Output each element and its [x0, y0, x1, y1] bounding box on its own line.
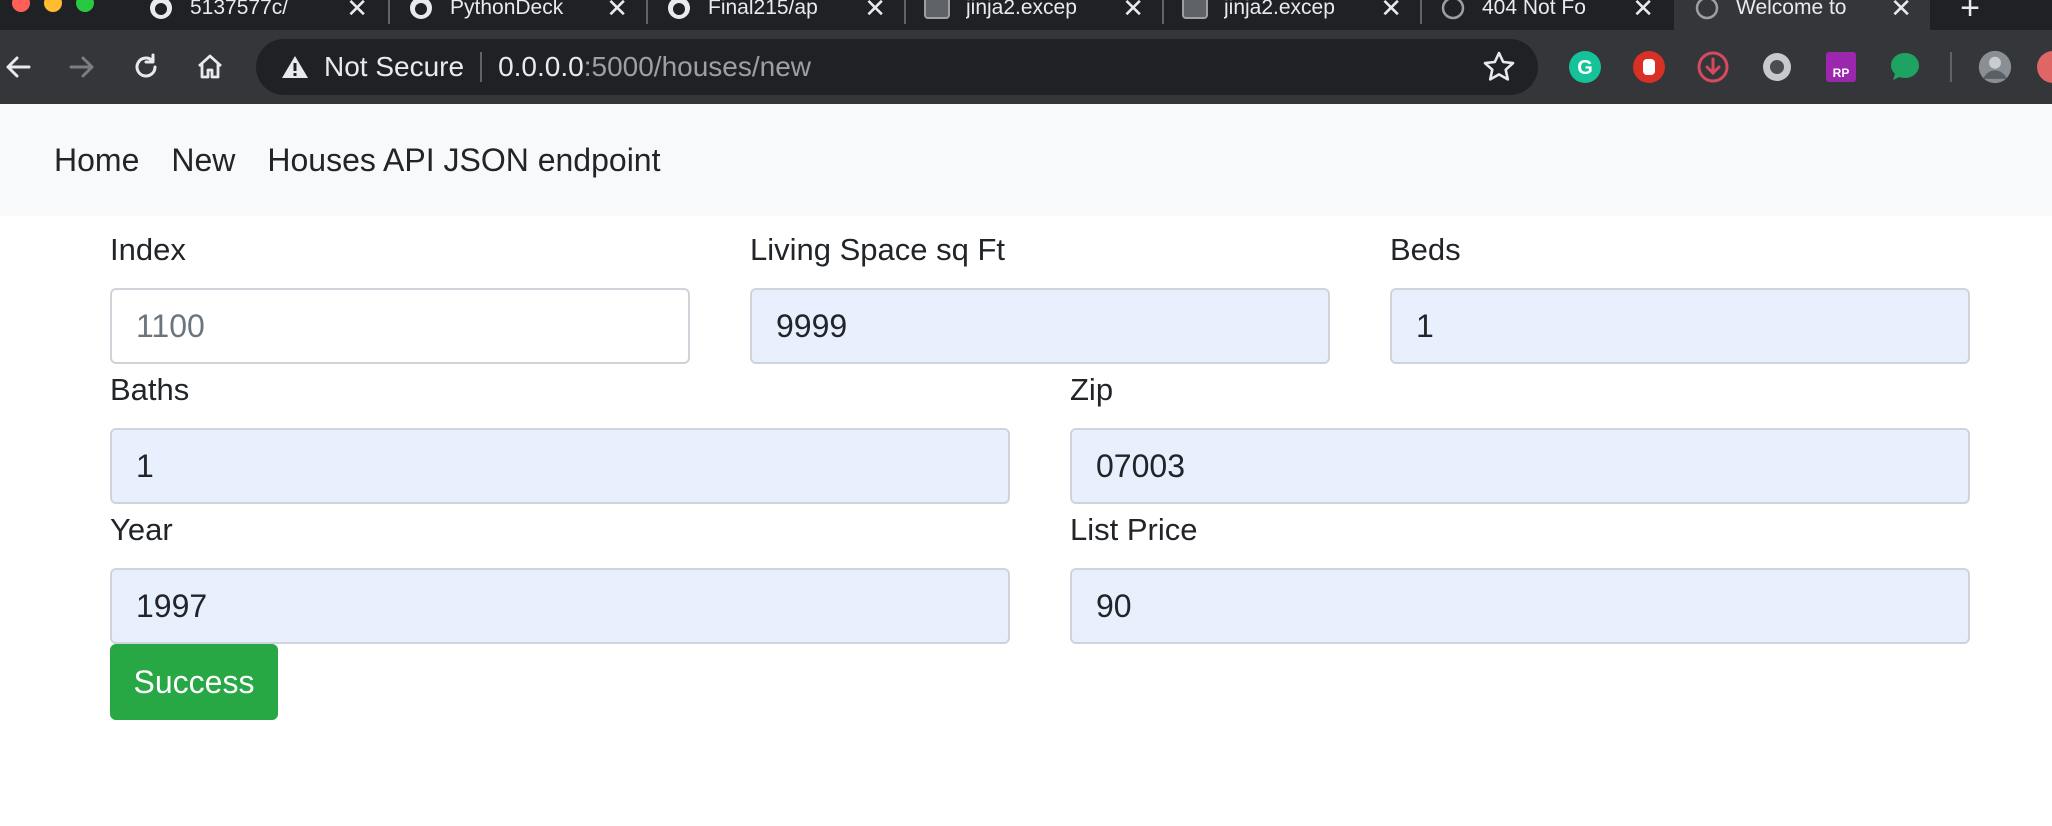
- extension-icon[interactable]: [2036, 50, 2052, 84]
- rp-icon[interactable]: RP: [1824, 50, 1858, 84]
- browser-tab-active[interactable]: Welcome to ✕: [1674, 0, 1930, 30]
- tab-title: Welcome to: [1736, 0, 1847, 19]
- close-tab-icon[interactable]: ✕: [346, 0, 368, 24]
- page-icon: [1182, 0, 1208, 21]
- nav-link-new[interactable]: New: [171, 142, 235, 179]
- browser-tab[interactable]: jinja2.excep ✕: [904, 0, 1162, 30]
- browser-tab[interactable]: Final215/ap ✕: [646, 0, 904, 30]
- baths-input[interactable]: 1: [110, 428, 1010, 504]
- maximize-window-icon[interactable]: [76, 0, 94, 12]
- globe-icon: [1440, 0, 1466, 21]
- security-label[interactable]: Not Secure: [324, 51, 464, 83]
- browser-tab[interactable]: 404 Not Fo ✕: [1420, 0, 1672, 30]
- beds-input[interactable]: 1: [1390, 288, 1970, 364]
- close-tab-icon[interactable]: ✕: [1122, 0, 1144, 24]
- warning-icon[interactable]: [280, 52, 310, 82]
- living-space-input[interactable]: 9999: [750, 288, 1330, 364]
- chat-bubble-icon[interactable]: [1888, 50, 1922, 84]
- svg-text:RP: RP: [1833, 66, 1850, 80]
- reload-icon[interactable]: [126, 47, 166, 87]
- browser-tab[interactable]: PythonDeck ✕: [388, 0, 646, 30]
- year-label: Year: [110, 512, 173, 547]
- window-controls: [0, 0, 94, 12]
- download-icon[interactable]: [1696, 50, 1730, 84]
- minimize-window-icon[interactable]: [44, 0, 62, 12]
- github-icon: [408, 0, 434, 21]
- close-tab-icon[interactable]: ✕: [1890, 0, 1912, 24]
- url-host: 0.0.0.0: [498, 51, 584, 82]
- close-tab-icon[interactable]: ✕: [606, 0, 628, 24]
- index-label: Index: [110, 232, 186, 267]
- stop-hand-icon[interactable]: [1632, 50, 1666, 84]
- browser-tab[interactable]: 5137577c/ ✕: [128, 0, 386, 30]
- year-input[interactable]: 1997: [110, 568, 1010, 644]
- bookmark-star-icon[interactable]: [1482, 50, 1516, 84]
- github-icon: [148, 0, 174, 21]
- baths-label: Baths: [110, 372, 190, 407]
- grammarly-icon[interactable]: G: [1568, 50, 1602, 84]
- list-price-label: List Price: [1070, 512, 1198, 547]
- forward-icon[interactable]: [62, 47, 102, 87]
- tab-title: jinja2.excep: [966, 0, 1077, 19]
- back-icon[interactable]: [0, 47, 38, 87]
- toolbar-divider: [1950, 52, 1952, 82]
- tab-title: Final215/ap: [708, 0, 818, 19]
- page-icon: [924, 0, 950, 21]
- browser-tab[interactable]: jinja2.excep ✕: [1162, 0, 1420, 30]
- close-tab-icon[interactable]: ✕: [1632, 0, 1654, 24]
- tab-title: 404 Not Fo: [1482, 0, 1586, 19]
- browser-toolbar: Not Secure 0.0.0.0:5000/houses/new G RP: [0, 30, 2052, 104]
- browser-tab-strip: 5137577c/ ✕ PythonDeck ✕ Final215/ap ✕ j…: [0, 0, 2052, 30]
- site-navbar: Home New Houses API JSON endpoint: [0, 104, 2052, 216]
- url-path: :5000/houses/new: [583, 51, 811, 82]
- new-tab-button[interactable]: +: [1940, 0, 2000, 30]
- tab-title: PythonDeck: [450, 0, 564, 19]
- close-window-icon[interactable]: [12, 0, 30, 12]
- zip-label: Zip: [1070, 372, 1114, 407]
- address-divider: [480, 52, 483, 82]
- svg-text:G: G: [1577, 57, 1593, 79]
- avatar[interactable]: [1978, 50, 2012, 84]
- github-icon: [666, 0, 692, 21]
- nav-link-api[interactable]: Houses API JSON endpoint: [267, 142, 660, 179]
- submit-button[interactable]: Success: [110, 644, 278, 720]
- globe-icon: [1694, 0, 1720, 21]
- close-tab-icon[interactable]: ✕: [1380, 0, 1402, 24]
- list-price-input[interactable]: 90: [1070, 568, 1970, 644]
- living-space-label: Living Space sq Ft: [750, 232, 1006, 267]
- address-bar[interactable]: Not Secure 0.0.0.0:5000/houses/new: [256, 39, 1538, 95]
- nav-link-home[interactable]: Home: [54, 142, 139, 179]
- home-icon[interactable]: [190, 47, 230, 87]
- circle-icon[interactable]: [1760, 50, 1794, 84]
- tab-title: 5137577c/: [190, 0, 289, 19]
- zip-input[interactable]: 07003: [1070, 428, 1970, 504]
- close-tab-icon[interactable]: ✕: [864, 0, 886, 24]
- tab-title: jinja2.excep: [1224, 0, 1335, 19]
- index-input[interactable]: 1100: [110, 288, 690, 364]
- beds-label: Beds: [1390, 232, 1461, 267]
